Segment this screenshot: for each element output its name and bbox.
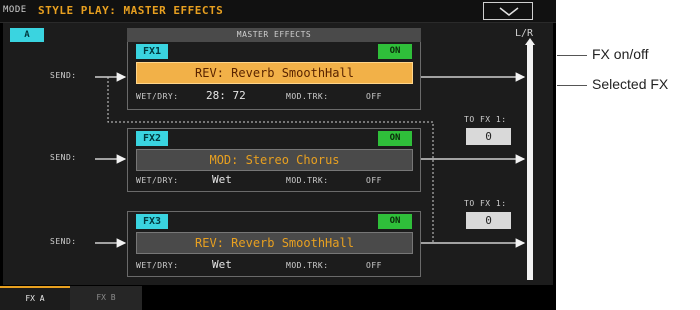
to-fx-label-2: TO FX 1:	[464, 199, 507, 208]
fx3-block: FX3 ON REV: Reverb SmoothHall WET/DRY: W…	[127, 211, 421, 277]
tab-fx-a[interactable]: FX A	[0, 286, 70, 310]
fx2-wetdry-label: WET/DRY:	[136, 176, 179, 185]
callout-selected-fx: Selected FX	[592, 76, 669, 92]
fx3-wetdry-label: WET/DRY:	[136, 261, 179, 270]
callout-fx-on-off: FX on/off	[592, 46, 649, 62]
fx1-type-selector[interactable]: REV: Reverb SmoothHall	[136, 62, 413, 84]
callout-line-on-off	[557, 55, 587, 56]
fx1-wetdry-label: WET/DRY:	[136, 92, 179, 101]
fx2-name: FX2	[136, 131, 168, 146]
fx2-type-selector[interactable]: MOD: Stereo Chorus	[136, 149, 413, 171]
fx1-modtrk-value[interactable]: OFF	[366, 92, 382, 101]
fx3-type-selector[interactable]: REV: Reverb SmoothHall	[136, 232, 413, 254]
send-label-fx2: SEND:	[50, 153, 77, 162]
fx3-wetdry-value[interactable]: Wet	[212, 258, 232, 271]
fx2-modtrk-value[interactable]: OFF	[366, 176, 382, 185]
send-label-fx3: SEND:	[50, 237, 77, 246]
fx2-wetdry-value[interactable]: Wet	[212, 173, 232, 186]
to-fx-label-1: TO FX 1:	[464, 115, 507, 124]
fx3-modtrk-label: MOD.TRK:	[286, 261, 329, 270]
tab-fx-b[interactable]: FX B	[70, 286, 142, 310]
fx3-on-toggle[interactable]: ON	[378, 214, 412, 229]
lr-output-bus	[527, 42, 533, 280]
fx2-on-toggle[interactable]: ON	[378, 131, 412, 146]
display-screen: MODE STYLE PLAY: MASTER EFFECTS A MASTER…	[0, 0, 556, 310]
send-label-fx1: SEND:	[50, 71, 77, 80]
callout-line-selected	[557, 85, 587, 86]
fx1-wetdry-value[interactable]: 28: 72	[206, 89, 246, 102]
fx2-modtrk-label: MOD.TRK:	[286, 176, 329, 185]
fx1-modtrk-label: MOD.TRK:	[286, 92, 329, 101]
fx1-block: FX1 ON REV: Reverb SmoothHall WET/DRY: 2…	[127, 42, 421, 110]
to-fx-value-2[interactable]: 0	[466, 212, 511, 229]
fx1-on-toggle[interactable]: ON	[378, 44, 412, 59]
fx3-name: FX3	[136, 214, 168, 229]
fx2-block: FX2 ON MOD: Stereo Chorus WET/DRY: Wet M…	[127, 128, 421, 192]
fx3-modtrk-value[interactable]: OFF	[366, 261, 382, 270]
to-fx-value-1[interactable]: 0	[466, 128, 511, 145]
fx1-name: FX1	[136, 44, 168, 59]
